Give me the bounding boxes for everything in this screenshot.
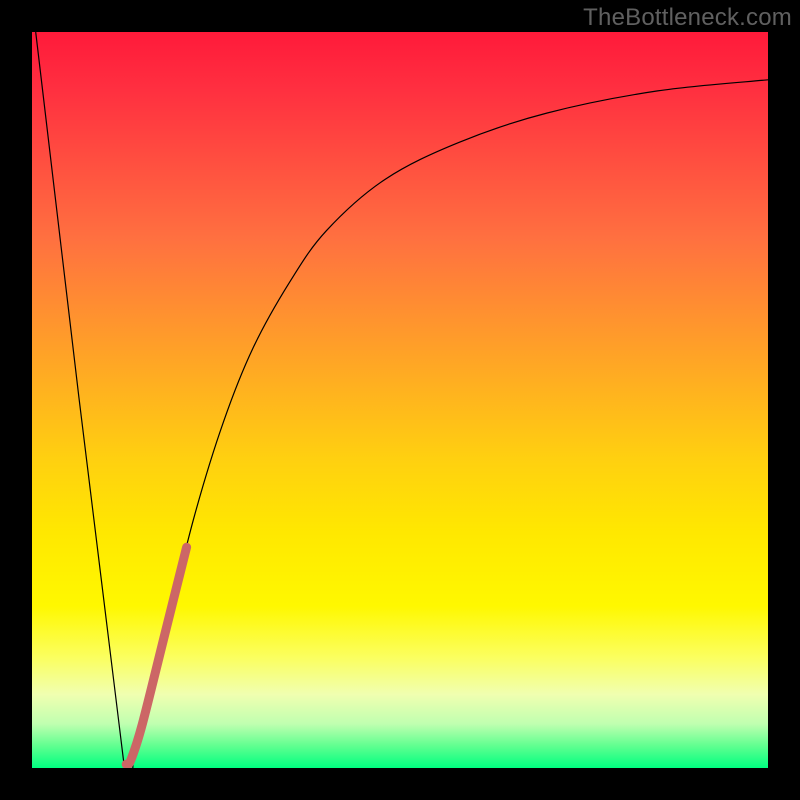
- chart-plot-area: [32, 32, 768, 768]
- watermark-text: TheBottleneck.com: [583, 4, 792, 32]
- highlight-segment: [126, 547, 186, 765]
- chart-curve-layer: [32, 32, 768, 768]
- bottleneck-curve: [36, 32, 768, 768]
